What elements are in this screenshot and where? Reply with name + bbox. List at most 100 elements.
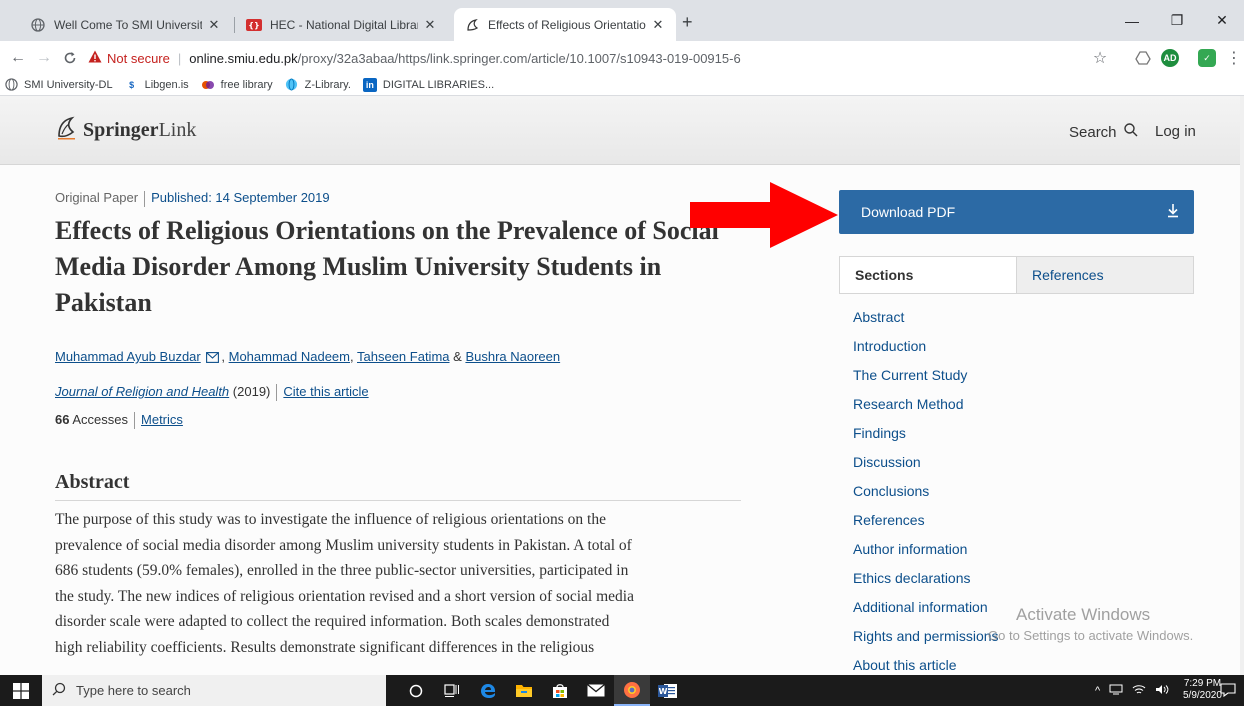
edge-browser-icon[interactable] <box>470 675 506 706</box>
author-link[interactable]: Bushra Naoreen <box>465 349 560 364</box>
minimize-button[interactable]: — <box>1110 0 1154 41</box>
word-app-icon[interactable]: W <box>650 675 686 706</box>
cortana-icon[interactable] <box>398 675 434 706</box>
journal-line: Journal of Religion and Health (2019) Cit… <box>55 384 369 402</box>
page-scrollbar[interactable] <box>1240 96 1244 675</box>
section-link[interactable]: Additional information <box>853 597 999 626</box>
bookmark-libgen[interactable]: $ Libgen.is <box>125 78 189 92</box>
volume-icon[interactable] <box>1155 684 1169 698</box>
activate-windows-title: Activate Windows <box>1016 605 1151 624</box>
brand-link: Link <box>158 119 197 141</box>
section-link[interactable]: Author information <box>853 539 999 568</box>
globe-icon <box>285 78 299 92</box>
section-link[interactable]: Introduction <box>853 336 999 365</box>
notification-center-icon[interactable] <box>1220 682 1236 703</box>
bookmark-label: Z-Library. <box>304 78 351 91</box>
download-pdf-button[interactable]: Download PDF <box>839 190 1194 234</box>
taskbar-clock[interactable]: 7:29 PM 5/9/2020 <box>1183 678 1222 702</box>
wifi-icon[interactable] <box>1132 684 1146 698</box>
taskbar-search-box[interactable]: Type here to search <box>42 675 386 706</box>
cite-article-link[interactable]: Cite this article <box>283 384 368 399</box>
abstract-line: the study. The new indices of religious … <box>55 587 634 605</box>
restore-button[interactable]: ❐ <box>1155 0 1199 41</box>
brand-springer: Springer <box>83 119 159 141</box>
journal-name: Journal of Religion and Health <box>55 384 230 399</box>
address-bar[interactable]: Not secure | online.smiu.edu.pk/proxy/32… <box>88 45 1108 71</box>
author-link[interactable]: Mohammad Nadeem <box>229 349 350 364</box>
article-type: Original Paper <box>55 190 139 205</box>
close-window-button[interactable]: ✕ <box>1200 0 1244 41</box>
bookmark-digital-libraries[interactable]: in DIGITAL LIBRARIES... <box>362 77 495 92</box>
mail-icon[interactable] <box>578 675 614 706</box>
journal-link[interactable]: Journal of Religion and Health <box>55 384 229 399</box>
back-button[interactable]: ← <box>6 46 30 70</box>
section-link[interactable]: The Current Study <box>853 365 999 394</box>
browser-tab-smi[interactable]: Well Come To SMI University... ✕ <box>20 8 232 41</box>
store-icon[interactable] <box>542 675 578 706</box>
abstract-heading: Abstract <box>55 471 741 501</box>
section-link[interactable]: Rights and permissions <box>853 626 999 655</box>
section-link[interactable]: Conclusions <box>853 481 999 510</box>
tray-expand-icon[interactable]: ^ <box>1095 685 1100 697</box>
tab-divider <box>234 17 235 33</box>
linkedin-icon: in <box>362 77 377 92</box>
globe-icon <box>4 78 18 92</box>
author-separator: & <box>453 349 462 364</box>
library-icon <box>201 78 215 92</box>
bookmark-zlibrary[interactable]: Z-Library. <box>285 78 351 92</box>
windows-start-button[interactable] <box>0 675 42 706</box>
file-explorer-icon[interactable] <box>506 675 542 706</box>
journal-year: (2019) <box>232 384 271 399</box>
new-tab-button[interactable]: + <box>682 12 693 33</box>
browser-tab-hec[interactable]: {} HEC - National Digital Library - P ✕ <box>236 8 448 41</box>
tab-sections[interactable]: Sections <box>840 257 1016 293</box>
hec-logo-icon: {} <box>246 17 262 33</box>
meta-divider <box>144 190 146 207</box>
section-link[interactable]: References <box>853 510 999 539</box>
drive-extension-icon[interactable] <box>1134 49 1152 67</box>
metrics-link[interactable]: Metrics <box>141 412 183 427</box>
section-link[interactable]: Research Method <box>853 394 999 423</box>
email-icon[interactable] <box>206 351 220 366</box>
author-list: Muhammad Ayub Buzdar , Mohammad Nadeem, … <box>55 349 560 366</box>
login-link[interactable]: Log in <box>1155 123 1196 140</box>
abstract-body: The purpose of this study was to investi… <box>55 507 745 660</box>
header-search-button[interactable]: Search <box>1069 123 1138 141</box>
browser-menu-icon[interactable]: ⋮ <box>1222 46 1244 70</box>
bookmark-free-library[interactable]: free library <box>201 78 273 92</box>
activate-windows-subtitle: Go to Settings to activate Windows. <box>988 628 1194 643</box>
network-icon[interactable] <box>1109 684 1123 698</box>
url-host: online.smiu.edu.pk <box>189 50 298 66</box>
adblock-extension-icon[interactable]: AD <box>1161 49 1179 67</box>
sections-list: Abstract Introduction The Current Study … <box>853 307 999 675</box>
close-tab-icon[interactable]: ✕ <box>422 17 438 33</box>
not-secure-label[interactable]: Not secure <box>107 51 170 66</box>
springer-logo-icon <box>464 17 480 33</box>
shield-extension-icon[interactable]: ✓ <box>1198 49 1216 67</box>
section-link[interactable]: About this article <box>853 655 999 675</box>
browser-tab-strip: Well Come To SMI University... ✕ {} HEC … <box>0 0 1244 41</box>
section-link[interactable]: Abstract <box>853 307 999 336</box>
bookmark-smi[interactable]: SMI University-DL <box>4 78 113 92</box>
section-link[interactable]: Ethics declarations <box>853 568 999 597</box>
author-link[interactable]: Muhammad Ayub Buzdar <box>55 349 201 364</box>
section-link[interactable]: Findings <box>853 423 999 452</box>
article-title: Effects of Religious Orientations on the… <box>55 216 719 317</box>
task-view-icon[interactable] <box>434 675 470 706</box>
chrome-app-icon[interactable] <box>614 675 650 706</box>
forward-button[interactable]: → <box>32 46 56 70</box>
bookmark-label: DIGITAL LIBRARIES... <box>382 78 495 91</box>
browser-tab-springer[interactable]: Effects of Religious Orientations ✕ <box>454 8 676 41</box>
access-metrics: 66 Accesses Metrics <box>55 412 183 430</box>
section-link[interactable]: Discussion <box>853 452 999 481</box>
bookmark-star-icon[interactable]: ☆ <box>1088 46 1112 70</box>
close-tab-icon[interactable]: ✕ <box>650 17 666 33</box>
system-tray: ^ <box>1095 675 1169 706</box>
windows-taskbar: Type here to search W ^ 7:29 PM 5/9/2020 <box>0 675 1244 706</box>
close-tab-icon[interactable]: ✕ <box>206 17 222 33</box>
reload-button[interactable] <box>58 46 82 70</box>
tab-references[interactable]: References <box>1016 257 1193 293</box>
author-link[interactable]: Tahseen Fatima <box>357 349 450 364</box>
springerlink-logo[interactable]: SpringerLink <box>55 116 196 145</box>
abstract-line: The purpose of this study was to investi… <box>55 511 606 528</box>
